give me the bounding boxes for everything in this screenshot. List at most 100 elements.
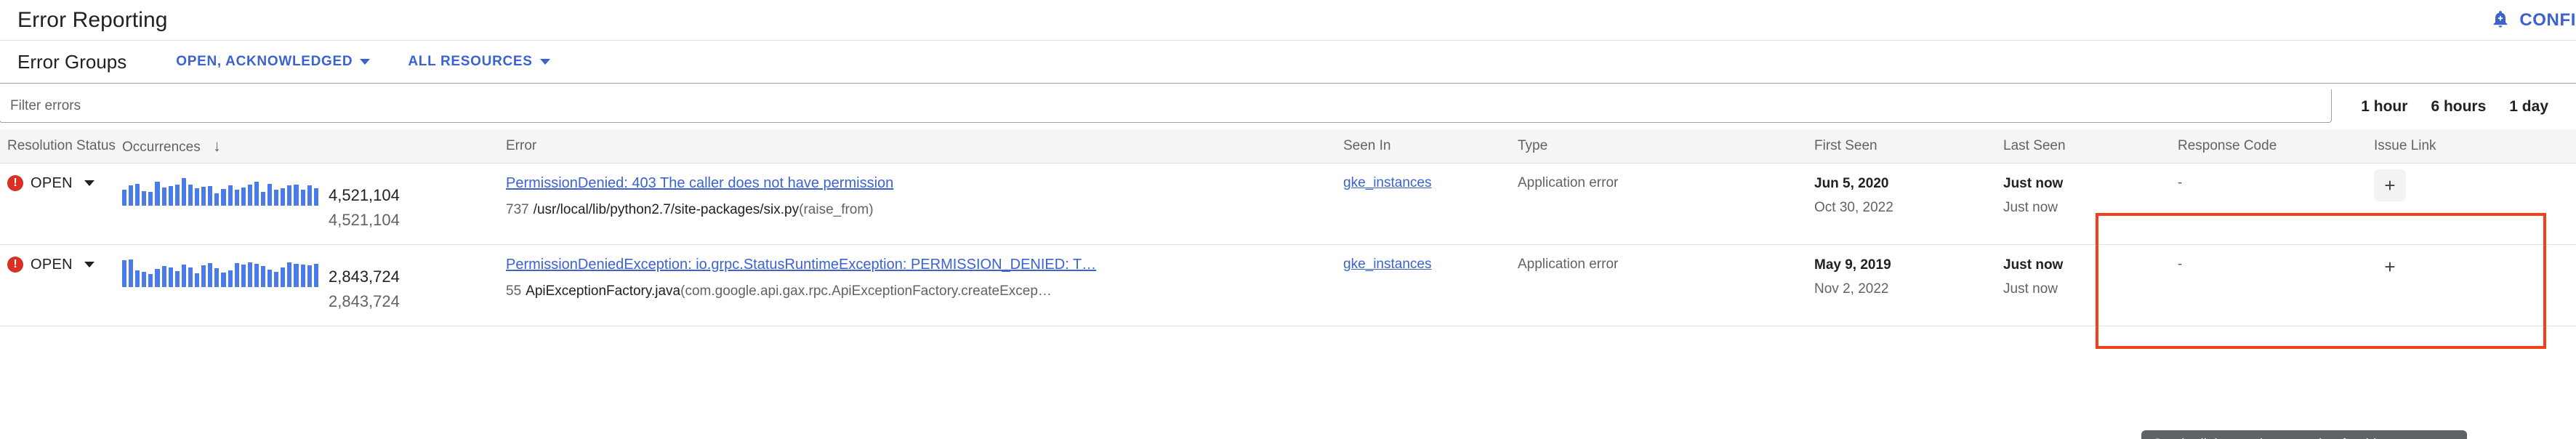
sparkline-bar [201,265,206,287]
issue-link-tooltip: Set the link to an issue tracker for thi… [2141,430,2468,439]
sparkline-bar [267,269,273,287]
table-body: ! OPEN 4,521,104 4,521,104 PermissionDen… [0,163,2576,326]
status-label: OPEN [31,174,73,191]
error-file-path: ApiExceptionFactory.java [526,283,681,299]
arrow-down-icon: ↓ [212,136,221,155]
sparkline-bar [287,185,292,206]
time-range-1-hour[interactable]: 1 hour [2349,94,2419,120]
chevron-down-icon[interactable] [84,180,94,186]
column-header-issue-link[interactable]: Issue Link [2374,129,2576,164]
occurrences-primary: 4,521,104 [329,185,400,204]
seen-in-link[interactable]: gke_instances [1343,175,1431,190]
sparkline-bar [161,265,166,287]
sparkline-bar [161,187,166,206]
time-range-1-day[interactable]: 1 day [2497,94,2560,120]
column-header-occurrences-label: Occurrences [122,139,201,155]
error-title-link[interactable]: PermissionDeniedException: io.grpc.Statu… [506,257,1096,273]
last-seen-secondary: Just now [2003,200,2058,216]
table-row[interactable]: ! OPEN 2,843,724 2,843,724 PermissionDen… [0,244,2576,326]
sparkline-bar [135,183,140,206]
error-groups-table: Resolution Status Occurrences ↓ Error Se… [0,129,2576,326]
app-bar-actions: CONFI [2490,0,2576,41]
error-title-link[interactable]: PermissionDenied: 403 The caller does no… [506,175,893,192]
error-groups-toolbar: Error Groups OPEN, ACKNOWLEDGED ALL RESO… [0,41,2576,83]
sparkline-bar [214,193,220,206]
time-range-6-hours[interactable]: 6 hours [2419,94,2497,120]
status-filter-dropdown[interactable]: OPEN, ACKNOWLEDGED [170,49,376,74]
sparkline-bar [135,270,140,287]
sparkline-bar [254,263,259,287]
sparkline-bar [195,273,200,287]
sparkline-bar [208,185,213,206]
search-input[interactable] [10,97,2322,114]
configure-button-label[interactable]: CONFI [2519,10,2576,31]
sparkline-bar [155,268,160,287]
column-header-last-seen[interactable]: Last Seen [2003,129,2178,164]
last-seen-primary: Just now [2003,257,2064,273]
notifications-add-icon[interactable] [2490,9,2511,33]
sparkline-bar [313,263,318,287]
response-code-value: - [2178,174,2183,190]
sparkline-bar [234,189,239,206]
resource-filter-dropdown[interactable]: ALL RESOURCES [402,49,555,74]
error-line-number: 55 [506,283,522,299]
error-type: Application error [1518,174,1619,190]
resolution-status-cell[interactable]: ! OPEN [0,257,122,273]
occurrences-secondary: 2,843,724 [329,292,400,311]
add-issue-link-button[interactable]: + [2374,251,2406,283]
response-code-value: - [2178,256,2183,272]
sparkline-bar [274,271,279,287]
column-header-response-code[interactable]: Response Code [2178,129,2374,164]
error-groups-table-wrapper: Resolution Status Occurrences ↓ Error Se… [0,129,2576,439]
column-header-first-seen[interactable]: First Seen [1814,129,2003,164]
seen-in-link[interactable]: gke_instances [1343,257,1431,272]
sparkline-bar [260,191,266,206]
sparkline-bar [214,267,220,287]
error-circle-icon: ! [7,175,23,191]
column-header-error[interactable]: Error [506,129,1343,164]
sparkline-bar [148,273,153,287]
add-issue-link-button[interactable]: + [2374,169,2406,201]
sparkline-bar [281,188,286,206]
sparkline-bar [267,183,273,206]
first-seen-secondary: Oct 30, 2022 [1814,200,1893,216]
sparkline-bar [281,267,286,287]
table-header: Resolution Status Occurrences ↓ Error Se… [0,129,2576,164]
occurrences-cell: 4,521,104 4,521,104 [122,175,506,231]
error-function-name: (raise_from) [799,201,874,217]
column-header-occurrences[interactable]: Occurrences ↓ [122,129,506,164]
first-seen-primary: Jun 5, 2020 [1814,175,1889,191]
chevron-down-icon[interactable] [84,262,94,267]
first-seen-cell: May 9, 2019 Nov 2, 2022 [1814,257,2003,299]
last-seen-primary: Just now [2003,175,2064,191]
occurrences-secondary: 4,521,104 [329,211,400,230]
column-header-type[interactable]: Type [1518,129,1814,164]
resolution-status-cell[interactable]: ! OPEN [0,175,122,192]
sparkline-bar [188,184,193,206]
sparkline-bar [228,185,233,206]
table-header-row: Resolution Status Occurrences ↓ Error Se… [0,129,2576,164]
first-seen-primary: May 9, 2019 [1814,257,1891,273]
time-range-group: 1 hour 6 hours 1 day [2349,94,2566,120]
column-header-seen-in[interactable]: Seen In [1343,129,1518,164]
occurrences-sparkline [122,258,318,287]
occurrences-cell: 2,843,724 2,843,724 [122,257,506,313]
last-seen-cell: Just now Just now [2003,175,2178,217]
app-bar: Error Reporting CONFI [0,0,2576,41]
occurrences-primary: 2,843,724 [329,267,400,286]
error-file-path: /usr/local/lib/python2.7/site-packages/s… [533,201,800,217]
sparkline-bar [228,270,233,287]
sparkline-bar [142,271,147,287]
error-type: Application error [1518,256,1619,272]
sparkline-bar [201,186,206,206]
sparkline-bar [307,265,312,287]
table-row[interactable]: ! OPEN 4,521,104 4,521,104 PermissionDen… [0,163,2576,244]
sparkline-bar [181,264,186,287]
sparkline-bar [287,262,292,287]
sparkline-bar [294,263,299,287]
resource-filter-label: ALL RESOURCES [408,54,533,69]
sparkline-bar [294,184,299,206]
filter-errors-box[interactable] [0,89,2333,123]
column-header-resolution-status[interactable]: Resolution Status [0,129,122,164]
sparkline-bar [241,264,246,287]
